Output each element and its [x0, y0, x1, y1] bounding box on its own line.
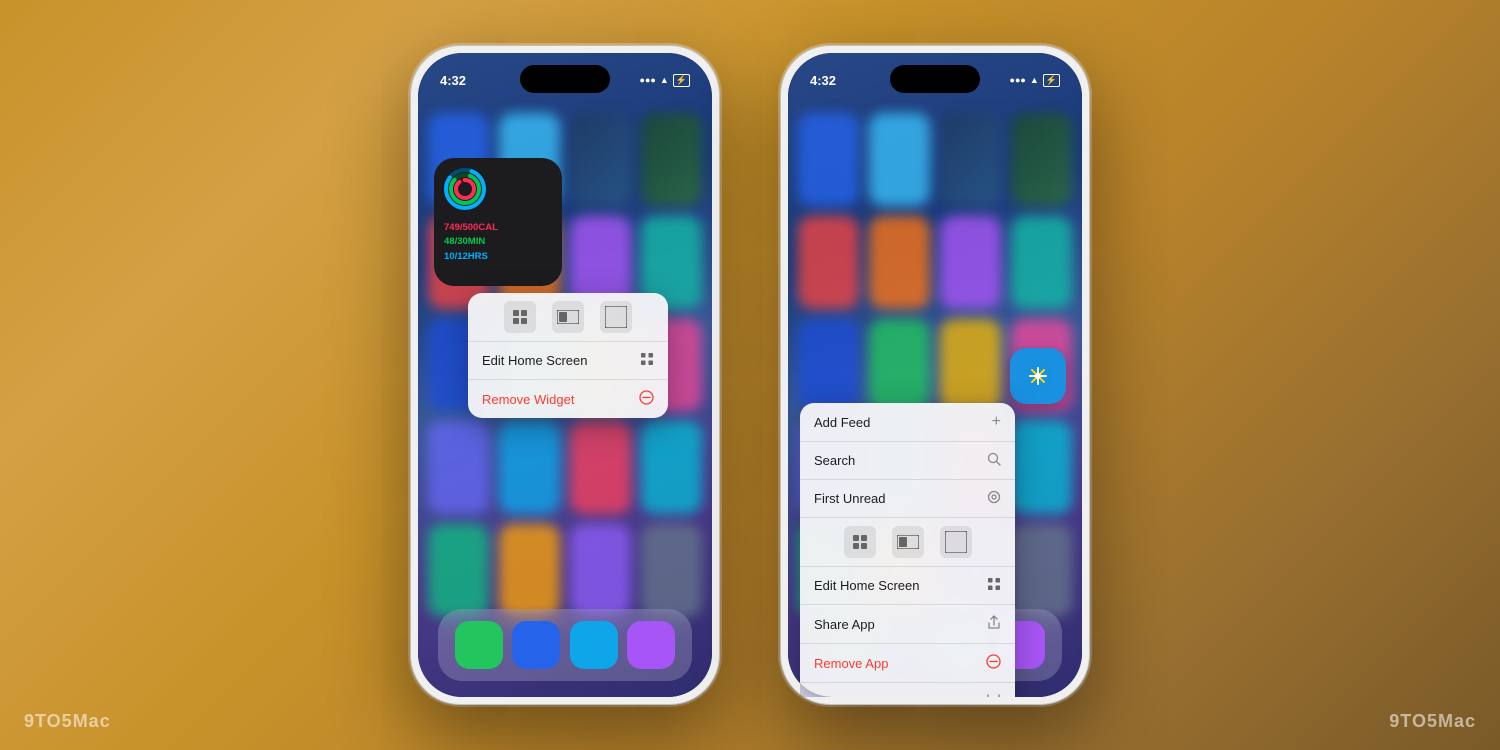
unread-icon [987, 490, 1001, 507]
activity-widget[interactable]: 749/500CAL 48/30MIN 10/12HRS [434, 158, 562, 286]
dock-app-3[interactable] [570, 621, 618, 669]
size-small-right[interactable] [844, 526, 876, 558]
large-icon [605, 306, 627, 328]
size-medium-left[interactable] [552, 301, 584, 333]
minus-circle-icon [639, 390, 654, 408]
require-face-id[interactable]: Require Face ID [800, 683, 1015, 697]
remove-widget[interactable]: Remove Widget [468, 380, 668, 418]
edit-icon [987, 577, 1001, 594]
move-stat: 749/500CAL [444, 221, 552, 235]
context-menu-left: Edit Home Screen Remove Widget [468, 293, 668, 418]
status-icons-left: ●●● ▲ ⚡ [640, 74, 690, 87]
featured-app-icon[interactable] [1010, 348, 1066, 404]
phone-left: 4:32 ●●● ▲ ⚡ [410, 45, 720, 705]
size-small-left[interactable] [504, 301, 536, 333]
grid-icon [851, 533, 869, 551]
dock-left [438, 609, 692, 681]
medium-icon [557, 310, 579, 324]
status-icons-right: ●●● ▲ ⚡ [1010, 74, 1060, 87]
exercise-stat: 48/30MIN [444, 235, 552, 249]
netnewswire-icon [1022, 360, 1054, 392]
large-icon [945, 531, 967, 553]
watermark-left: 9TO5Mac [24, 711, 111, 732]
edit-home-screen-left[interactable]: Edit Home Screen [468, 342, 668, 380]
size-large-left[interactable] [600, 301, 632, 333]
first-unread[interactable]: First Unread [800, 480, 1015, 518]
medium-icon [897, 535, 919, 549]
activity-rings [444, 168, 486, 210]
share-app[interactable]: Share App [800, 605, 1015, 644]
size-large-right[interactable] [940, 526, 972, 558]
search-menu[interactable]: Search [800, 442, 1015, 480]
grid-icon [640, 352, 654, 369]
status-time-left: 4:32 [440, 73, 466, 88]
remove-icon [986, 654, 1001, 672]
search-icon [987, 452, 1001, 469]
dock-app-2[interactable] [512, 621, 560, 669]
dock-app-1[interactable] [455, 621, 503, 669]
grid-icon [511, 308, 529, 326]
face-id-icon [986, 693, 1001, 697]
size-medium-right[interactable] [892, 526, 924, 558]
widget-size-selector-left [468, 293, 668, 342]
edit-home-screen-right[interactable]: Edit Home Screen [800, 567, 1015, 605]
phone-right: 4:32 ●●● ▲ ⚡ [780, 45, 1090, 705]
add-feed[interactable]: Add Feed + [800, 403, 1015, 442]
remove-app[interactable]: Remove App [800, 644, 1015, 683]
share-icon [987, 615, 1001, 633]
plus-icon: + [992, 413, 1001, 431]
stand-stat: 10/12HRS [444, 250, 552, 264]
activity-stats: 749/500CAL 48/30MIN 10/12HRS [444, 221, 552, 264]
context-menu-right: Add Feed + Search First Unread [800, 403, 1015, 697]
dock-app-4[interactable] [627, 621, 675, 669]
dynamic-island-right [890, 65, 980, 93]
widget-size-selector-right [800, 518, 1015, 567]
status-time-right: 4:32 [810, 73, 836, 88]
dynamic-island-left [520, 65, 610, 93]
watermark-right: 9TO5Mac [1389, 711, 1476, 732]
